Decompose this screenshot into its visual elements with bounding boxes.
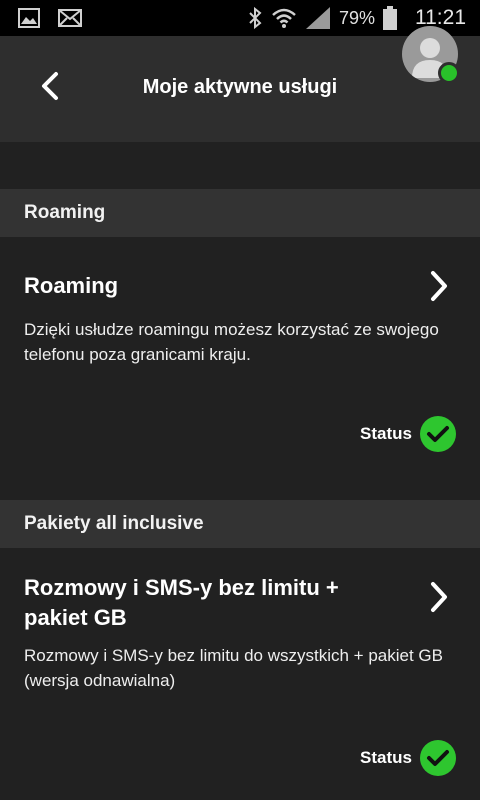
- section-header-roaming: Roaming: [0, 189, 480, 237]
- status-bar: 79% 11:21: [0, 0, 480, 36]
- section-header-all-inclusive: Pakiety all inclusive: [0, 500, 480, 548]
- status-row: Status: [360, 740, 456, 776]
- check-icon: [420, 740, 456, 776]
- service-title: Rozmowy i SMS-y bez limitu + pakiet GB: [24, 575, 339, 630]
- wifi-icon: [271, 7, 297, 29]
- status-label: Status: [360, 424, 412, 443]
- battery-icon: [383, 6, 397, 30]
- gallery-icon: [18, 8, 40, 28]
- service-card-roaming[interactable]: Roaming Dzięki usłudze roamingu możesz k…: [0, 237, 480, 500]
- battery-percent: 79%: [338, 7, 375, 28]
- status-label: Status: [360, 748, 412, 767]
- chevron-right-icon[interactable]: [424, 577, 454, 617]
- page-title: Moje aktywne usługi: [142, 76, 338, 98]
- online-status-indicator: [438, 62, 460, 84]
- service-title: Roaming: [24, 273, 119, 298]
- spacer: [0, 142, 480, 189]
- signal-icon: [305, 6, 331, 30]
- service-card-unlimited[interactable]: Rozmowy i SMS-y bez limitu + pakiet GB R…: [0, 548, 480, 800]
- service-description: Rozmowy i SMS-y bez limitu do wszystkich…: [24, 646, 443, 690]
- status-row: Status: [360, 416, 456, 452]
- mail-icon: [58, 9, 82, 27]
- chevron-right-icon[interactable]: [424, 266, 454, 306]
- bluetooth-icon: [247, 6, 263, 30]
- service-description: Dzięki usłudze roamingu możesz korzystać…: [24, 320, 439, 364]
- check-icon: [420, 416, 456, 452]
